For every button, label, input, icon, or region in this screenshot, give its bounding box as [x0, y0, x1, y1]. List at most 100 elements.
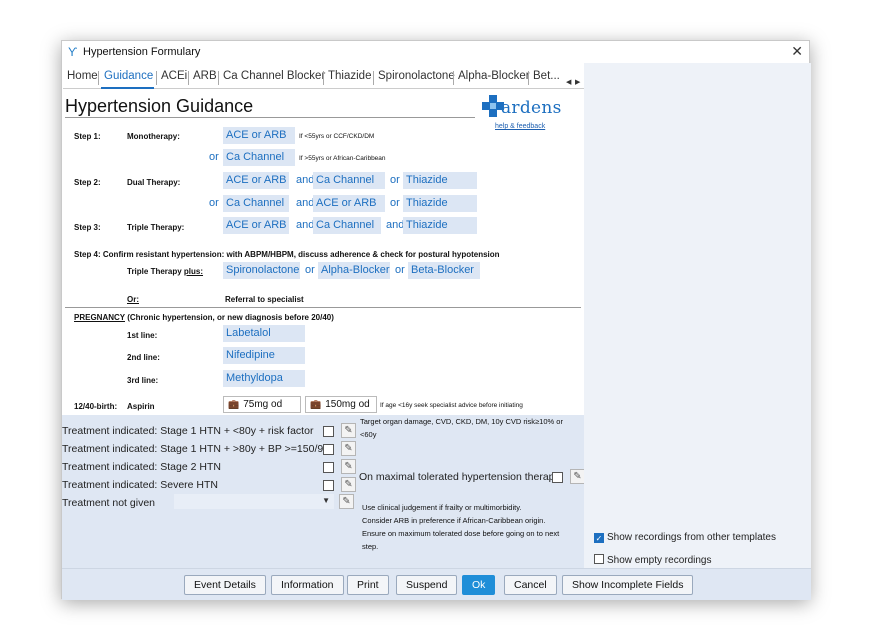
show-empty-recordings-option[interactable]: Show empty recordings	[594, 554, 712, 566]
clinical-note-3: Ensure on maximum tolerated dose before …	[362, 529, 560, 538]
show-other-templates-option[interactable]: ✓ Show recordings from other templates	[594, 532, 776, 543]
target-note-line2: <60y	[360, 430, 377, 439]
aspirin-period-label: 12/40-birth:	[74, 402, 118, 411]
tab-divider	[528, 71, 529, 85]
step3-ca-channel[interactable]: Ca Channel	[313, 217, 381, 234]
step3-thiazide[interactable]: Thiazide	[403, 217, 477, 234]
treatment-not-given-dropdown[interactable]: ▼	[174, 494, 334, 509]
pencil-icon[interactable]: ✎	[341, 423, 356, 438]
tab-alpha-blocker[interactable]: Alpha-Blocker	[458, 70, 530, 82]
step2-label: Step 2:	[74, 178, 101, 187]
or-label: or	[390, 174, 400, 186]
or-label: or	[395, 264, 405, 276]
aspirin-150mg[interactable]: 💼 150mg od	[305, 396, 377, 413]
clinical-note-4: step.	[362, 542, 379, 551]
aspirin-note: If age <16y seek specialist advice befor…	[380, 402, 523, 409]
step2-ace-arb[interactable]: ACE or ARB	[223, 172, 289, 189]
clinical-note-1: Use clinical judgement if frailty or mul…	[362, 503, 522, 512]
triple-plus-prefix: Triple Therapy	[127, 267, 184, 276]
second-line-label: 2nd line:	[127, 353, 160, 362]
tab-thiazide[interactable]: Thiazide	[328, 70, 371, 82]
stage1-under80-checkbox[interactable]	[323, 426, 334, 437]
pencil-icon[interactable]: ✎	[341, 459, 356, 474]
third-line-label: 3rd line:	[127, 376, 159, 385]
step2-thiazide-alt[interactable]: Thiazide	[403, 195, 477, 212]
pencil-icon[interactable]: ✎	[570, 469, 585, 484]
medicine-bag-icon: 💼	[310, 399, 322, 409]
step1-name: Monotherapy:	[127, 132, 180, 141]
step1-ca-channel[interactable]: Ca Channel	[223, 149, 295, 166]
close-button[interactable]: ✕	[791, 43, 803, 60]
tab-divider	[98, 71, 99, 85]
title-bar: ϒ Hypertension Formulary ✕	[62, 41, 809, 63]
show-other-checkbox[interactable]: ✓	[594, 533, 604, 543]
or-label: or	[390, 197, 400, 209]
pencil-icon[interactable]: ✎	[339, 494, 354, 509]
suspend-button[interactable]: Suspend	[396, 575, 458, 595]
or-label: or	[209, 151, 219, 163]
or-heading: Or:	[127, 295, 139, 304]
pencil-icon[interactable]: ✎	[341, 441, 356, 456]
tab-divider	[218, 71, 219, 85]
ardens-logo: ardens	[482, 93, 562, 123]
or-label: or	[305, 264, 315, 276]
first-line-label: 1st line:	[127, 331, 158, 340]
stage2-checkbox[interactable]	[323, 462, 334, 473]
tab-scroll-right-icon[interactable]: ▶	[575, 78, 580, 86]
step4-beta-blocker[interactable]: Beta-Blocker	[408, 262, 480, 279]
event-details-button[interactable]: Event Details	[184, 575, 266, 595]
help-feedback-link[interactable]: help & feedback	[495, 123, 545, 130]
tab-beta-blocker[interactable]: Bet...	[533, 70, 560, 82]
show-incomplete-fields-button[interactable]: Show Incomplete Fields	[562, 575, 694, 595]
logo-text: ardens	[501, 98, 562, 118]
step4-alpha-blocker[interactable]: Alpha-Blocker	[318, 262, 390, 279]
and-label: and	[386, 219, 405, 231]
divider	[65, 307, 581, 308]
treatment-panel: Treatment indicated: Stage 1 HTN + <80y …	[62, 415, 585, 568]
treatment-row-stage2: Treatment indicated: Stage 2 HTN	[62, 461, 221, 473]
tab-acei[interactable]: ACEi	[161, 70, 187, 82]
max-tolerated-label: On maximal tolerated hypertension therap…	[359, 471, 560, 483]
cancel-button[interactable]: Cancel	[504, 575, 557, 595]
footer-bar: Event Details Information Print Suspend …	[62, 568, 811, 600]
first-line-labetalol[interactable]: Labetalol	[223, 325, 305, 342]
step2-ca-channel-alt[interactable]: Ca Channel	[223, 195, 289, 212]
tab-guidance[interactable]: Guidance	[104, 70, 153, 82]
target-organ-note: Target organ damage, CVD, CKD, DM, 10y C…	[360, 415, 563, 441]
max-tolerated-checkbox[interactable]	[552, 472, 563, 483]
tab-divider	[453, 71, 454, 85]
and-label: and	[296, 219, 315, 231]
tab-scroll-left-icon[interactable]: ◀	[566, 78, 571, 86]
step4-spironolactone[interactable]: Spironolactone	[223, 262, 300, 279]
step1-ca-note: If >55yrs or African-Caribbean	[299, 155, 386, 162]
step2-ca-channel[interactable]: Ca Channel	[313, 172, 385, 189]
tab-spironolactone[interactable]: Spironolactone	[378, 70, 455, 82]
tab-ca-channel-blocker[interactable]: Ca Channel Blocker	[223, 70, 325, 82]
severe-checkbox[interactable]	[323, 480, 334, 491]
options-pane: ✓ Show recordings from other templates Sh…	[584, 63, 811, 568]
clinical-note-2: Consider ARB in preference if African-Ca…	[362, 516, 546, 525]
third-line-methyldopa[interactable]: Methyldopa	[223, 370, 305, 387]
and-label: and	[296, 174, 315, 186]
pencil-icon[interactable]: ✎	[341, 477, 356, 492]
second-line-nifedipine[interactable]: Nifedipine	[223, 347, 305, 364]
show-empty-checkbox[interactable]	[594, 554, 604, 564]
step2-name: Dual Therapy:	[127, 178, 181, 187]
tab-divider	[323, 71, 324, 85]
step3-label: Step 3:	[74, 223, 101, 232]
step1-ace-arb[interactable]: ACE or ARB	[223, 127, 295, 144]
step3-ace-arb[interactable]: ACE or ARB	[223, 217, 289, 234]
ok-button[interactable]: Ok	[462, 575, 496, 595]
formulary-window: ϒ Hypertension Formulary ✕ Home Guidance…	[61, 40, 811, 600]
information-button[interactable]: Information	[271, 575, 344, 595]
aspirin-75mg-label: 75mg od	[243, 399, 283, 410]
stage1-over80-checkbox[interactable]	[323, 444, 334, 455]
print-button[interactable]: Print	[347, 575, 389, 595]
aspirin-75mg[interactable]: 💼 75mg od	[223, 396, 301, 413]
tab-home[interactable]: Home	[67, 70, 98, 82]
step2-ace-arb-alt[interactable]: ACE or ARB	[313, 195, 385, 212]
step2-thiazide[interactable]: Thiazide	[403, 172, 477, 189]
chevron-down-icon: ▼	[322, 496, 330, 505]
tab-arb[interactable]: ARB	[193, 70, 217, 82]
divider	[65, 117, 475, 118]
